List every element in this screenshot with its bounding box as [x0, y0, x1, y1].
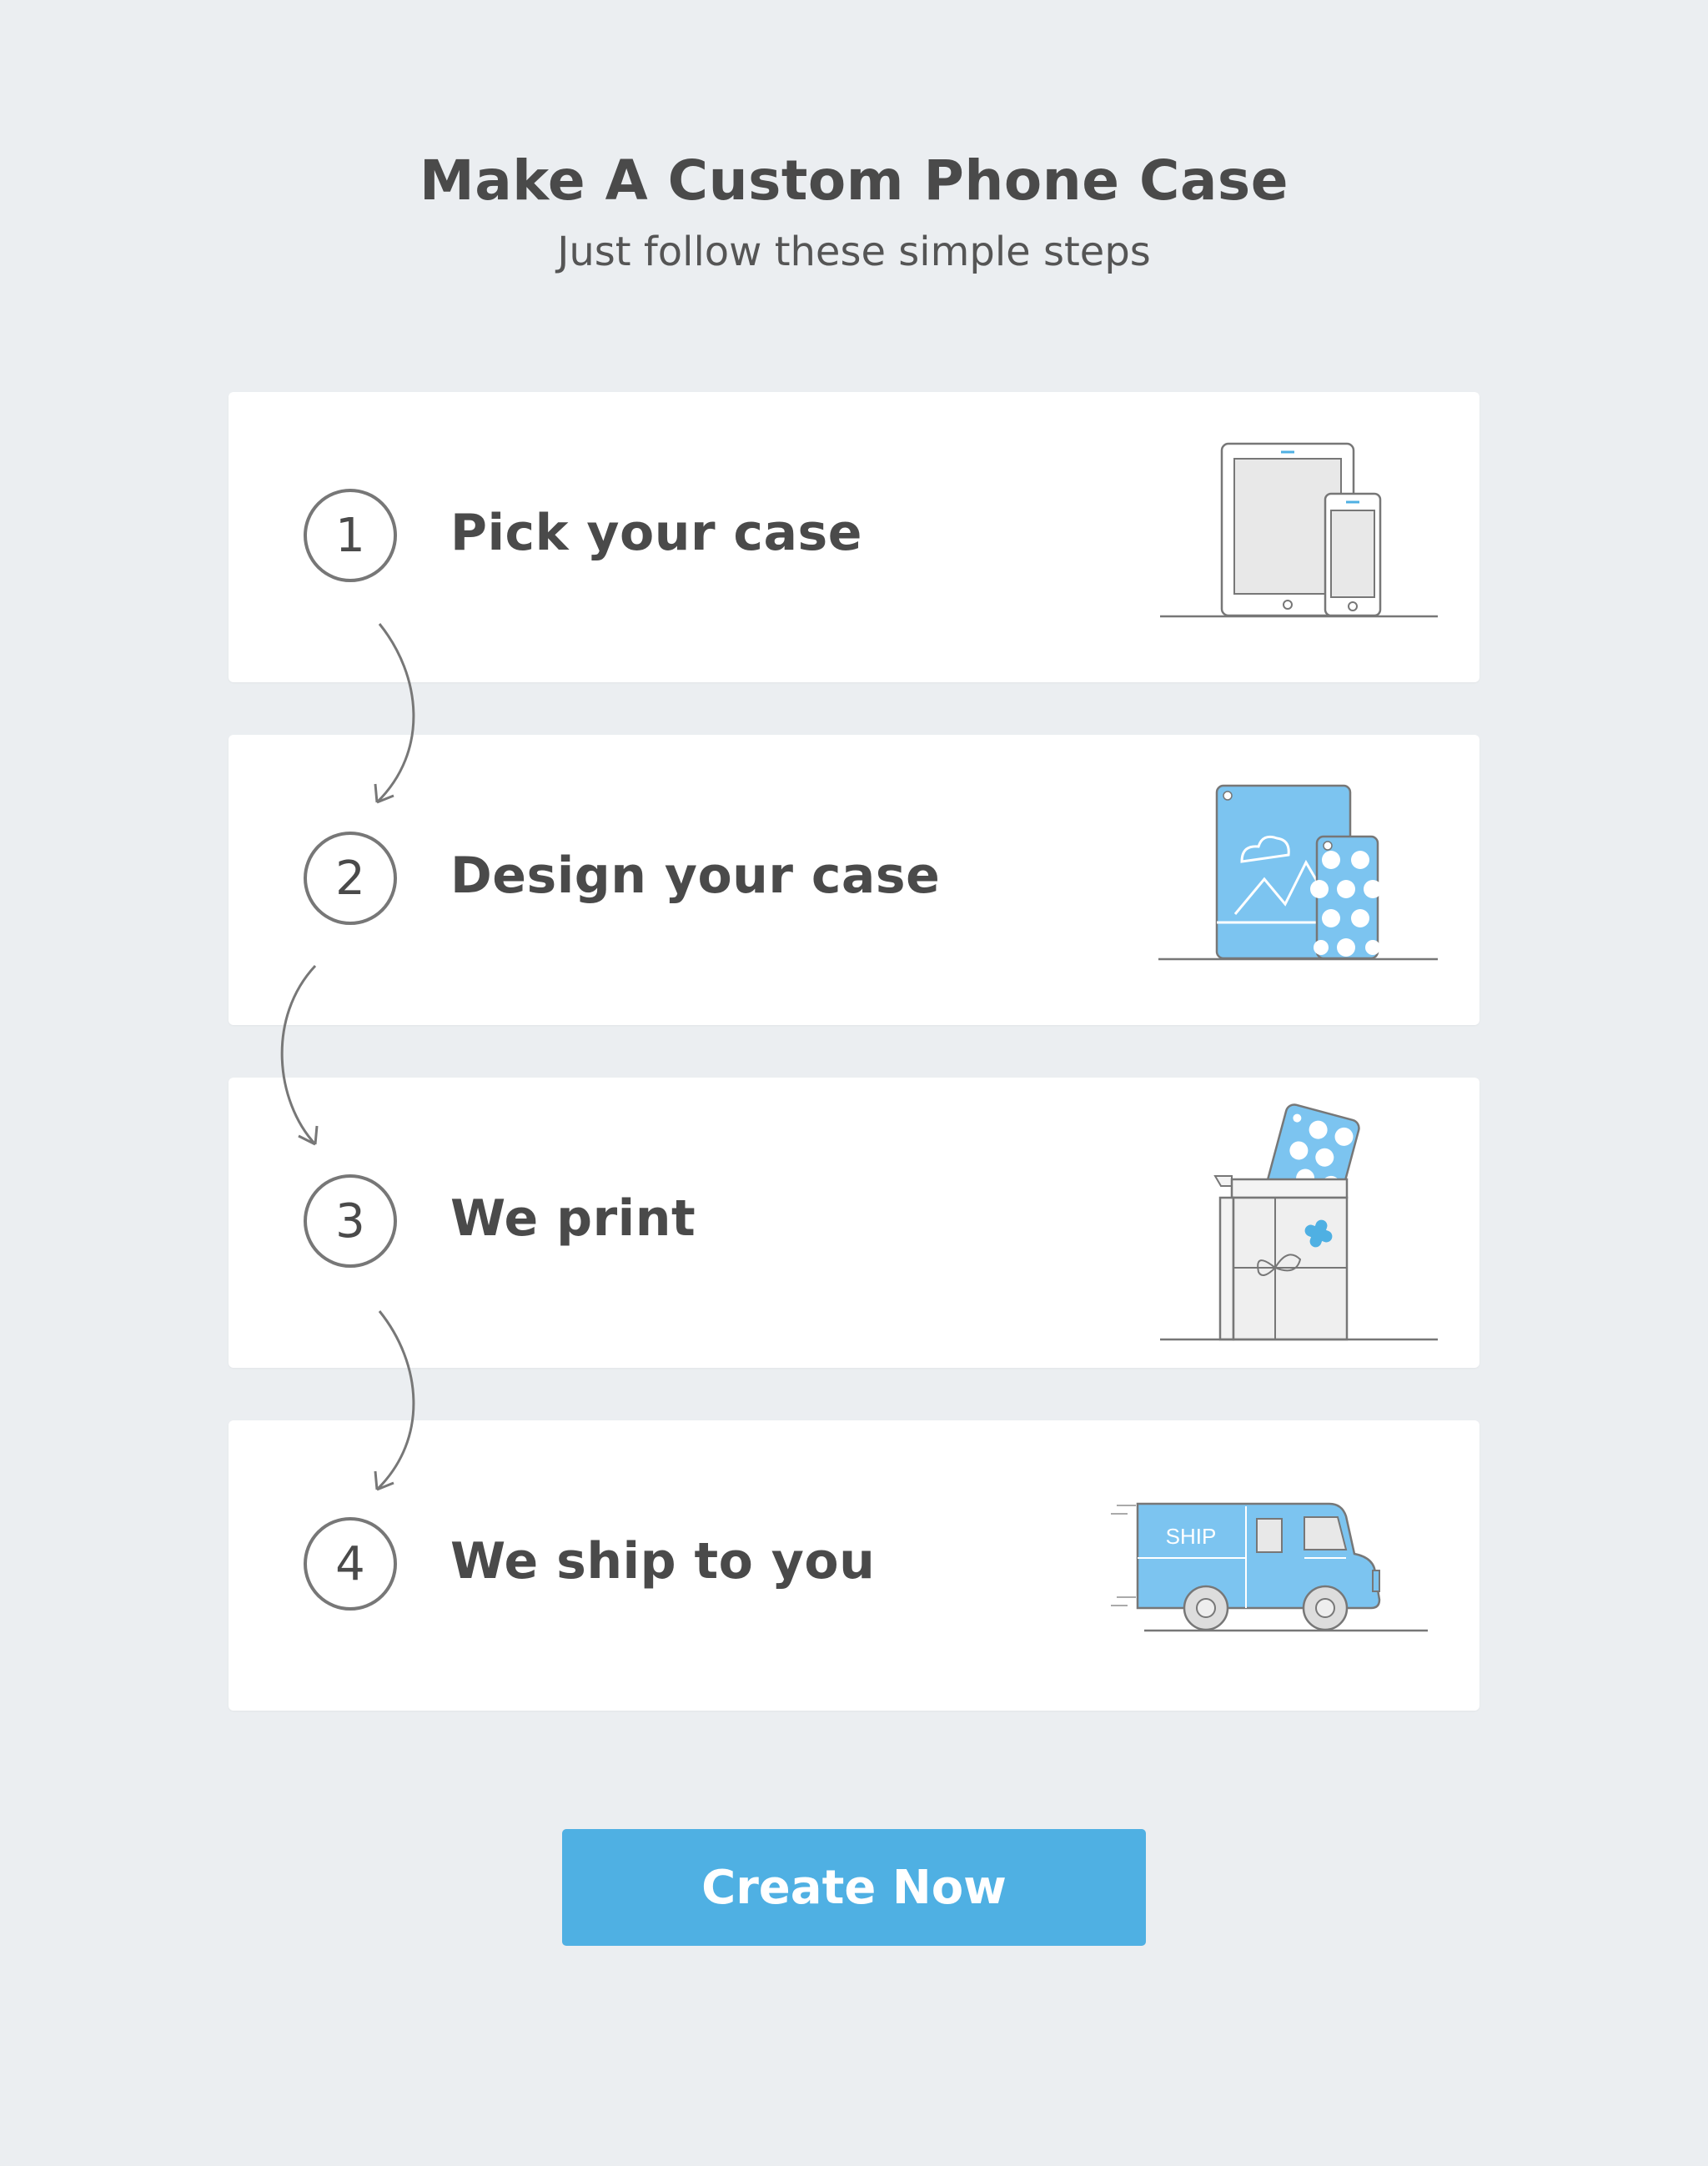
truck-ship-text: SHIP: [1166, 1524, 1217, 1549]
page-subtitle: Just follow these simple steps: [557, 229, 1151, 275]
step-label-4: We ship to you: [450, 1532, 876, 1591]
step-number-1: 1: [304, 489, 397, 582]
step-number-2: 2: [304, 832, 397, 925]
page-title: Make A Custom Phone Case: [419, 148, 1289, 213]
package-box-icon: [1160, 1103, 1438, 1341]
step-number-4: 4: [304, 1517, 397, 1611]
delivery-truck-icon: SHIP: [1111, 1502, 1428, 1632]
arrow-step-3-to-4: [374, 1310, 415, 1491]
designed-cases-icon: [1158, 784, 1438, 961]
create-now-button[interactable]: Create Now: [562, 1829, 1146, 1946]
arrow-step-2-to-3: [280, 964, 319, 1146]
step-label-1: Pick your case: [450, 504, 862, 562]
step-label-3: We print: [450, 1189, 696, 1248]
step-label-2: Design your case: [450, 847, 941, 905]
step-number-3: 3: [304, 1174, 397, 1268]
arrow-step-1-to-2: [374, 623, 415, 804]
tablet-phone-icon: [1160, 442, 1438, 618]
